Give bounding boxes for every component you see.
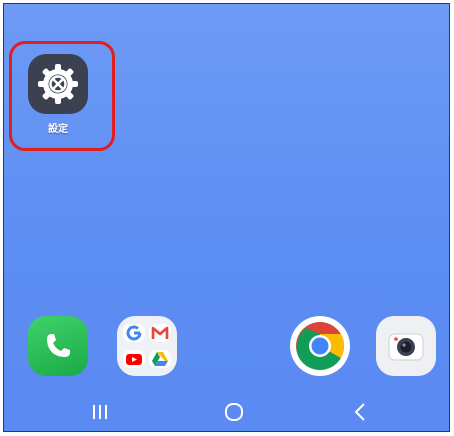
phone-icon (28, 316, 88, 376)
recent-apps-button[interactable] (80, 394, 120, 430)
navigation-bar (4, 394, 449, 430)
app-grid-icon (204, 316, 264, 376)
back-button[interactable] (340, 394, 380, 430)
dock-app-drawer[interactable] (204, 316, 264, 376)
google-g-icon (123, 324, 145, 342)
back-icon (354, 403, 365, 421)
dock-camera-app[interactable] (376, 316, 436, 376)
recent-apps-icon (93, 405, 107, 419)
home-button[interactable] (214, 394, 254, 430)
dock-phone-app[interactable] (28, 316, 88, 376)
dock-chrome-app[interactable] (290, 316, 350, 376)
gmail-icon (149, 324, 171, 342)
dock-google-folder[interactable] (117, 316, 177, 376)
gear-icon (28, 54, 88, 114)
dock (4, 316, 449, 380)
camera-icon (376, 316, 436, 376)
drive-icon (149, 350, 171, 368)
google-folder-icon (117, 316, 177, 376)
youtube-icon (123, 350, 145, 368)
chrome-icon (290, 316, 350, 376)
settings-app-label: 設定 (48, 124, 68, 135)
home-icon (225, 403, 243, 421)
home-screen: 設定 (3, 3, 450, 432)
settings-app[interactable]: 設定 (26, 54, 90, 135)
